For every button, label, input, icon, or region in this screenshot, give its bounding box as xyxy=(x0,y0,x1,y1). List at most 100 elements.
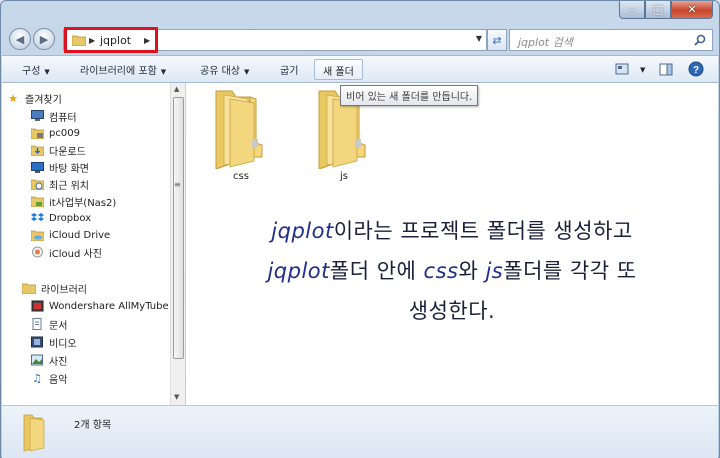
navigation-pane: ★ 즐겨찾기 컴퓨터 pc009 다운로드 바탕 화면 최근 위치 it사업부(… xyxy=(2,83,170,405)
burn-label: 굽기 xyxy=(280,66,299,77)
share-with-label: 공유 대상 xyxy=(200,66,240,77)
forward-button[interactable]: ▶ xyxy=(33,28,55,50)
include-in-library-label: 라이브러리에 포함 xyxy=(80,66,157,77)
computer-icon xyxy=(30,109,44,123)
sidebar-item-computer[interactable]: 컴퓨터 xyxy=(30,107,170,125)
address-highlight-box xyxy=(64,27,158,53)
sidebar-item-label: 비디오 xyxy=(49,338,77,350)
back-button[interactable]: ◀ xyxy=(9,28,31,50)
sidebar-libraries-header[interactable]: 라이브러리 xyxy=(22,279,170,297)
annotation-line-3: 생성한다. xyxy=(408,299,496,323)
minimize-button[interactable]: – xyxy=(619,1,645,19)
command-bar: 구성 ▼ 라이브러리에 포함 ▼ 공유 대상 ▼ 굽기 새 폴더 ▼ ? xyxy=(2,55,718,83)
sidebar-item-label: 음악 xyxy=(49,374,68,386)
view-dropdown-icon[interactable]: ▼ xyxy=(636,64,645,75)
scrollbar-grip-icon: ≡ xyxy=(174,180,181,189)
sidebar-item-label: 즐겨찾기 xyxy=(25,94,62,106)
library-icon xyxy=(22,281,36,295)
folder-name: js xyxy=(340,171,348,182)
sidebar-item-label: 라이브러리 xyxy=(41,284,87,296)
back-arrow-icon: ◀ xyxy=(15,32,25,46)
help-button[interactable]: ? xyxy=(686,60,706,78)
forward-arrow-icon: ▶ xyxy=(39,32,49,46)
sidebar-item-label: 컴퓨터 xyxy=(49,112,77,124)
video-library-icon xyxy=(30,299,44,313)
close-button[interactable]: ✕ xyxy=(671,1,713,19)
sidebar-item-label: iCloud 사진 xyxy=(49,248,102,260)
file-list-pane[interactable]: css js 비어 있는 새 폴더를 만듭니다. jqplot이라는 프로젝트 … xyxy=(186,83,718,405)
scroll-up-icon[interactable]: ▲ xyxy=(174,85,179,93)
folder-icon xyxy=(23,414,45,452)
sidebar-item-label: 최근 위치 xyxy=(49,180,89,192)
downloads-icon xyxy=(30,143,44,157)
sidebar-item-label: 문서 xyxy=(49,320,68,332)
large-folder-icon xyxy=(215,90,263,170)
documents-icon xyxy=(30,317,44,331)
sidebar-item-downloads[interactable]: 다운로드 xyxy=(30,141,170,159)
sidebar-item-desktop[interactable]: 바탕 화면 xyxy=(30,158,170,176)
search-placeholder: jqplot 검색 xyxy=(518,36,573,49)
sidebar-item-label: iCloud Drive xyxy=(49,229,111,241)
annotation-line-2: jqplot폴더 안에 css와 js폴더를 각각 또 xyxy=(267,259,637,283)
burn-button[interactable]: 굽기 xyxy=(280,62,298,77)
explorer-window: – □ ✕ ◀ ▶ ▶ jqplot ▶ ▼ ⇄ jqplot 검색 구성 ▼ 라… xyxy=(0,0,720,458)
folder-name: css xyxy=(233,171,249,182)
new-folder-label: 새 폴더 xyxy=(323,67,354,78)
sidebar-item-documents[interactable]: 문서 xyxy=(30,315,170,333)
pictures-icon xyxy=(30,353,44,367)
sidebar-item-icloud-drive[interactable]: iCloud Drive xyxy=(30,226,170,244)
sidebar-item-icloud-photos[interactable]: iCloud 사진 xyxy=(30,243,170,261)
sidebar-item-dropbox[interactable]: Dropbox xyxy=(30,209,170,227)
sidebar-item-label: 다운로드 xyxy=(49,146,86,158)
sidebar-item-videos[interactable]: 비디오 xyxy=(30,333,170,351)
search-input[interactable]: jqplot 검색 xyxy=(509,29,713,51)
preview-pane-icon xyxy=(659,63,673,75)
desktop-icon xyxy=(30,160,44,174)
sidebar-item-label: 바탕 화면 xyxy=(49,163,89,175)
refresh-button[interactable]: ⇄ xyxy=(487,29,507,51)
item-count: 2개 항목 xyxy=(74,420,112,431)
chevron-down-icon: ▼ xyxy=(243,68,250,76)
search-icon[interactable] xyxy=(694,34,706,46)
folder-item-css[interactable]: css xyxy=(206,85,276,182)
sidebar-item-nas2[interactable]: it사업부(Nas2) xyxy=(30,192,170,210)
icloud-photos-icon xyxy=(30,245,44,259)
caption-buttons: – □ ✕ xyxy=(619,1,713,19)
sidebar-item-pictures[interactable]: 사진 xyxy=(30,351,170,369)
address-history-dropdown-icon[interactable]: ▼ xyxy=(476,34,482,43)
organize-menu[interactable]: 구성 ▼ xyxy=(22,62,50,77)
folder-icon xyxy=(30,126,44,140)
details-pane: 2개 항목 xyxy=(2,405,718,458)
svg-text:?: ? xyxy=(693,65,699,76)
change-view-button[interactable] xyxy=(612,60,632,78)
sidebar-item-pc009[interactable]: pc009 xyxy=(30,124,170,142)
sidebar-item-label: it사업부(Nas2) xyxy=(49,197,117,209)
include-in-library-menu[interactable]: 라이브러리에 포함 ▼ xyxy=(80,62,166,77)
chevron-down-icon: ▼ xyxy=(160,68,167,76)
icloud-drive-icon xyxy=(30,228,44,242)
new-folder-button[interactable]: 새 폴더 xyxy=(314,59,363,80)
preview-pane-button[interactable] xyxy=(656,60,676,78)
sidebar-item-label: 사진 xyxy=(49,356,68,368)
sidebar-item-music[interactable]: ♫ 음악 xyxy=(30,369,170,387)
music-icon: ♫ xyxy=(32,371,42,385)
recent-places-icon xyxy=(30,177,44,191)
star-icon: ★ xyxy=(8,91,18,105)
network-drive-icon xyxy=(30,194,44,208)
sidebar-item-label: Wondershare AllMyTube xyxy=(49,300,169,312)
sidebar-item-recent-places[interactable]: 최근 위치 xyxy=(30,175,170,193)
dropbox-icon xyxy=(30,211,44,225)
annotation-line-1: jqplot이라는 프로젝트 폴더를 생성하고 xyxy=(271,219,633,243)
maximize-button[interactable]: □ xyxy=(645,1,671,19)
share-with-menu[interactable]: 공유 대상 ▼ xyxy=(200,62,249,77)
videos-icon xyxy=(30,335,44,349)
sidebar-favorites-header[interactable]: ★ 즐겨찾기 xyxy=(6,89,170,107)
sidebar-item-label: pc009 xyxy=(49,127,80,139)
navigation-scrollbar[interactable]: ▲ ≡ ▼ xyxy=(170,83,185,405)
new-folder-tooltip: 비어 있는 새 폴더를 만듭니다. xyxy=(340,85,479,106)
address-bar[interactable]: ▶ jqplot ▶ ▼ xyxy=(63,27,487,53)
sidebar-item-allmytube[interactable]: Wondershare AllMyTube xyxy=(30,297,170,315)
scroll-down-icon[interactable]: ▼ xyxy=(174,393,179,401)
handwritten-annotation: jqplot이라는 프로젝트 폴더를 생성하고 jqplot폴더 안에 css와… xyxy=(186,211,718,331)
scrollbar-thumb[interactable] xyxy=(173,97,184,359)
